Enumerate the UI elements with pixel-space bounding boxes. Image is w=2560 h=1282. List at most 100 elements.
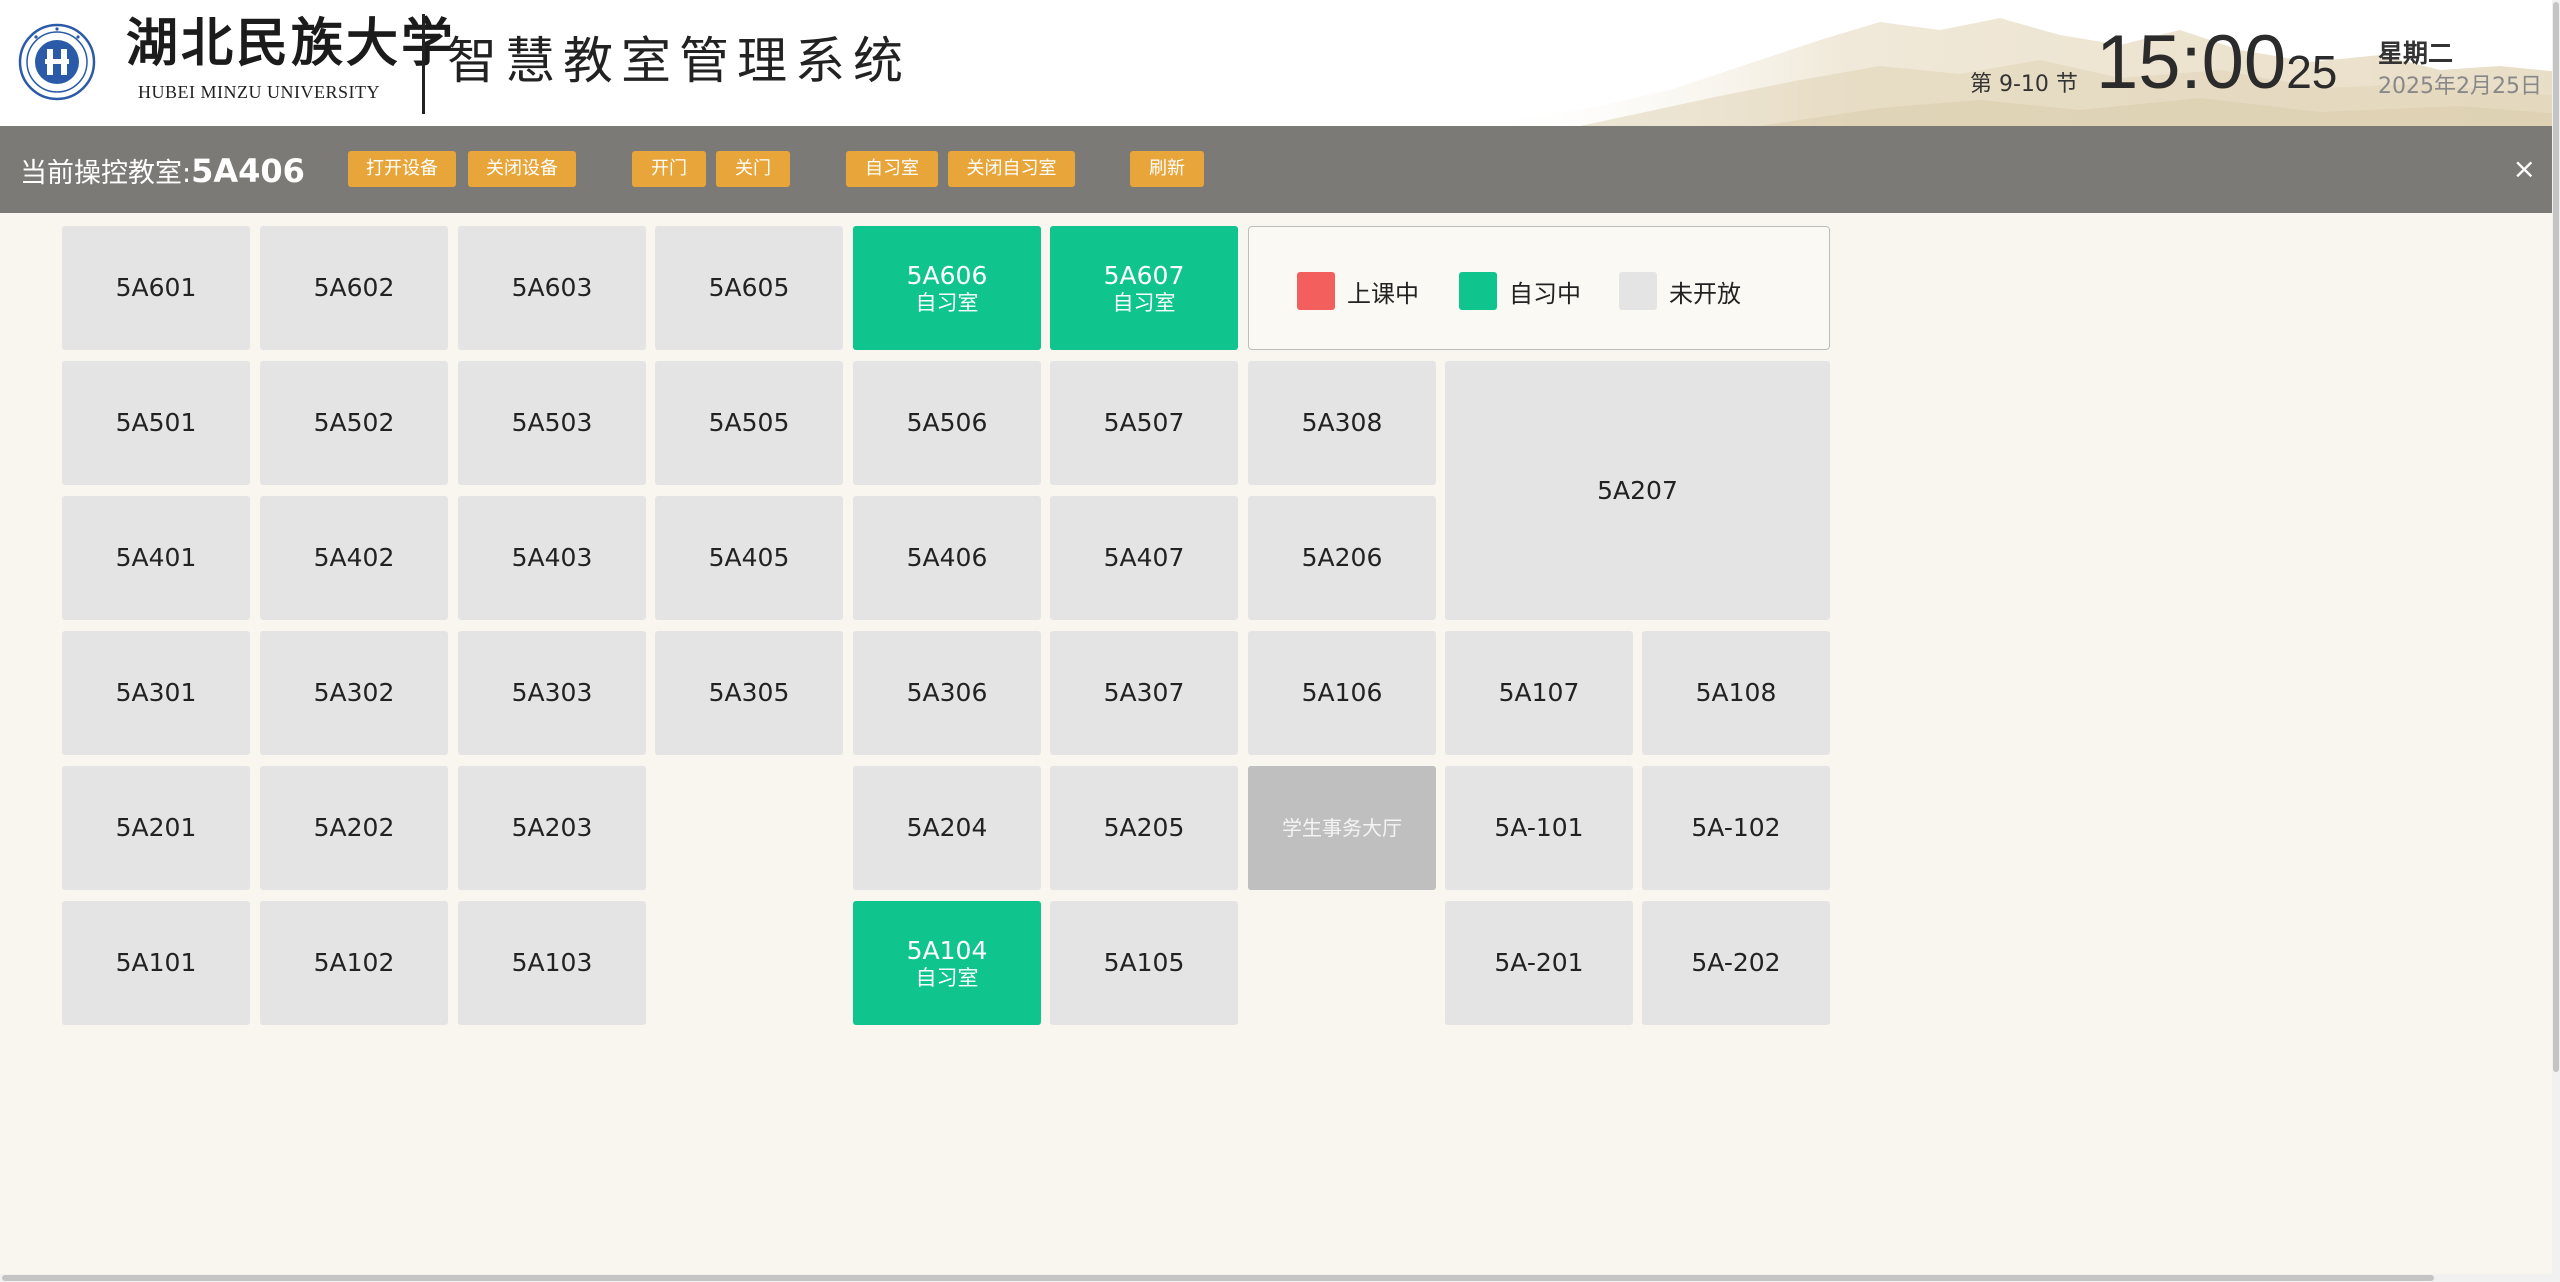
- room-name: 5A201: [115, 813, 197, 842]
- room-name: 5A605: [708, 273, 790, 302]
- room-5A505[interactable]: 5A505: [655, 361, 843, 485]
- open-door-button[interactable]: 开门: [632, 151, 706, 187]
- open-device-button[interactable]: 打开设备: [348, 151, 456, 187]
- close-device-button[interactable]: 关闭设备: [468, 151, 576, 187]
- room-5A104[interactable]: 5A104 自习室: [853, 901, 1041, 1025]
- status-legend: 上课中 自习中 未开放: [1248, 226, 1830, 350]
- current-room-code: 5A406: [191, 152, 305, 190]
- room-5A307[interactable]: 5A307: [1050, 631, 1238, 755]
- room-name: 5A106: [1301, 678, 1383, 707]
- room-name: 5A506: [906, 408, 988, 437]
- room-5A405[interactable]: 5A405: [655, 496, 843, 620]
- room-5A603[interactable]: 5A603: [458, 226, 646, 350]
- room-5A108[interactable]: 5A108: [1642, 631, 1830, 755]
- system-title: 智慧教室管理系统: [447, 32, 911, 90]
- room-5A103[interactable]: 5A103: [458, 901, 646, 1025]
- room-5A201[interactable]: 5A201: [62, 766, 250, 890]
- room-5A402[interactable]: 5A402: [260, 496, 448, 620]
- room-name: 5A-202: [1691, 948, 1781, 977]
- room-name: 5A105: [1103, 948, 1185, 977]
- room-5A403[interactable]: 5A403: [458, 496, 646, 620]
- room-5A601[interactable]: 5A601: [62, 226, 250, 350]
- room-name: 5A103: [511, 948, 593, 977]
- room-name: 5A507: [1103, 408, 1185, 437]
- room-5A605[interactable]: 5A605: [655, 226, 843, 350]
- legend-closed: 未开放: [1619, 271, 1741, 311]
- legend-label: 自习中: [1509, 279, 1581, 308]
- room-student-affairs-hall[interactable]: 学生事务大厅: [1248, 766, 1436, 890]
- room-5A204[interactable]: 5A204: [853, 766, 1041, 890]
- room-5A303[interactable]: 5A303: [458, 631, 646, 755]
- room-name: 5A305: [708, 678, 790, 707]
- room-5A507[interactable]: 5A507: [1050, 361, 1238, 485]
- room-name: 5A203: [511, 813, 593, 842]
- room-status: 自习室: [915, 966, 979, 990]
- room-name: 5A606: [906, 261, 988, 290]
- room-5A306[interactable]: 5A306: [853, 631, 1041, 755]
- close-icon[interactable]: ×: [2513, 152, 2536, 186]
- clock-seconds: 25: [2286, 46, 2338, 98]
- room-5A506[interactable]: 5A506: [853, 361, 1041, 485]
- room-5A301[interactable]: 5A301: [62, 631, 250, 755]
- room-5A203[interactable]: 5A203: [458, 766, 646, 890]
- room-5A-202[interactable]: 5A-202: [1642, 901, 1830, 1025]
- room-name: 5A306: [906, 678, 988, 707]
- room-5A407[interactable]: 5A407: [1050, 496, 1238, 620]
- refresh-button[interactable]: 刷新: [1130, 151, 1204, 187]
- room-5A207[interactable]: 5A207: [1445, 361, 1830, 620]
- room-name: 5A102: [313, 948, 395, 977]
- room-5A308[interactable]: 5A308: [1248, 361, 1436, 485]
- room-name: 5A107: [1498, 678, 1580, 707]
- room-5A101[interactable]: 5A101: [62, 901, 250, 1025]
- room-name: 5A406: [906, 543, 988, 572]
- room-name: 5A-101: [1494, 813, 1584, 842]
- room-5A206[interactable]: 5A206: [1248, 496, 1436, 620]
- control-toolbar: 当前操控教室:5A406 打开设备 关闭设备 开门 关门 自习室 关闭自习室 刷…: [0, 126, 2552, 213]
- room-5A106[interactable]: 5A106: [1248, 631, 1436, 755]
- vertical-scrollbar-thumb[interactable]: [2553, 2, 2559, 1072]
- room-5A602[interactable]: 5A602: [260, 226, 448, 350]
- room-name: 5A204: [906, 813, 988, 842]
- room-5A302[interactable]: 5A302: [260, 631, 448, 755]
- room-name: 5A207: [1597, 475, 1678, 505]
- room-name: 5A502: [313, 408, 395, 437]
- room-name: 5A206: [1301, 543, 1383, 572]
- room-name: 5A403: [511, 543, 593, 572]
- self-study-swatch: [1459, 272, 1497, 310]
- room-5A606[interactable]: 5A606 自习室: [853, 226, 1041, 350]
- room-name: 5A202: [313, 813, 395, 842]
- room-5A105[interactable]: 5A105: [1050, 901, 1238, 1025]
- room-5A-101[interactable]: 5A-101: [1445, 766, 1633, 890]
- room-5A202[interactable]: 5A202: [260, 766, 448, 890]
- legend-label: 上课中: [1347, 279, 1419, 308]
- room-name: 5A401: [115, 543, 197, 572]
- current-date: 2025年2月25日: [2378, 74, 2542, 99]
- room-name: 5A503: [511, 408, 593, 437]
- close-self-study-button[interactable]: 关闭自习室: [948, 151, 1075, 187]
- room-5A502[interactable]: 5A502: [260, 361, 448, 485]
- close-door-button[interactable]: 关门: [716, 151, 790, 187]
- room-name: 5A602: [313, 273, 395, 302]
- room-name: 5A205: [1103, 813, 1185, 842]
- room-status: 自习室: [1112, 291, 1176, 315]
- room-5A102[interactable]: 5A102: [260, 901, 448, 1025]
- horizontal-scrollbar-thumb[interactable]: [2, 1275, 2434, 1281]
- room-5A-102[interactable]: 5A-102: [1642, 766, 1830, 890]
- room-5A503[interactable]: 5A503: [458, 361, 646, 485]
- room-5A-201[interactable]: 5A-201: [1445, 901, 1633, 1025]
- current-room-indicator: 当前操控教室:5A406: [20, 151, 305, 190]
- room-name: 5A307: [1103, 678, 1185, 707]
- legend-in-class: 上课中: [1297, 271, 1419, 311]
- room-name: 5A301: [115, 678, 197, 707]
- room-5A501[interactable]: 5A501: [62, 361, 250, 485]
- room-5A305[interactable]: 5A305: [655, 631, 843, 755]
- room-5A205[interactable]: 5A205: [1050, 766, 1238, 890]
- room-5A406[interactable]: 5A406: [853, 496, 1041, 620]
- room-5A107[interactable]: 5A107: [1445, 631, 1633, 755]
- room-5A607[interactable]: 5A607 自习室: [1050, 226, 1238, 350]
- room-5A401[interactable]: 5A401: [62, 496, 250, 620]
- self-study-button[interactable]: 自习室: [846, 151, 938, 187]
- legend-label: 未开放: [1669, 279, 1741, 308]
- room-name: 5A501: [115, 408, 197, 437]
- room-name: 5A303: [511, 678, 593, 707]
